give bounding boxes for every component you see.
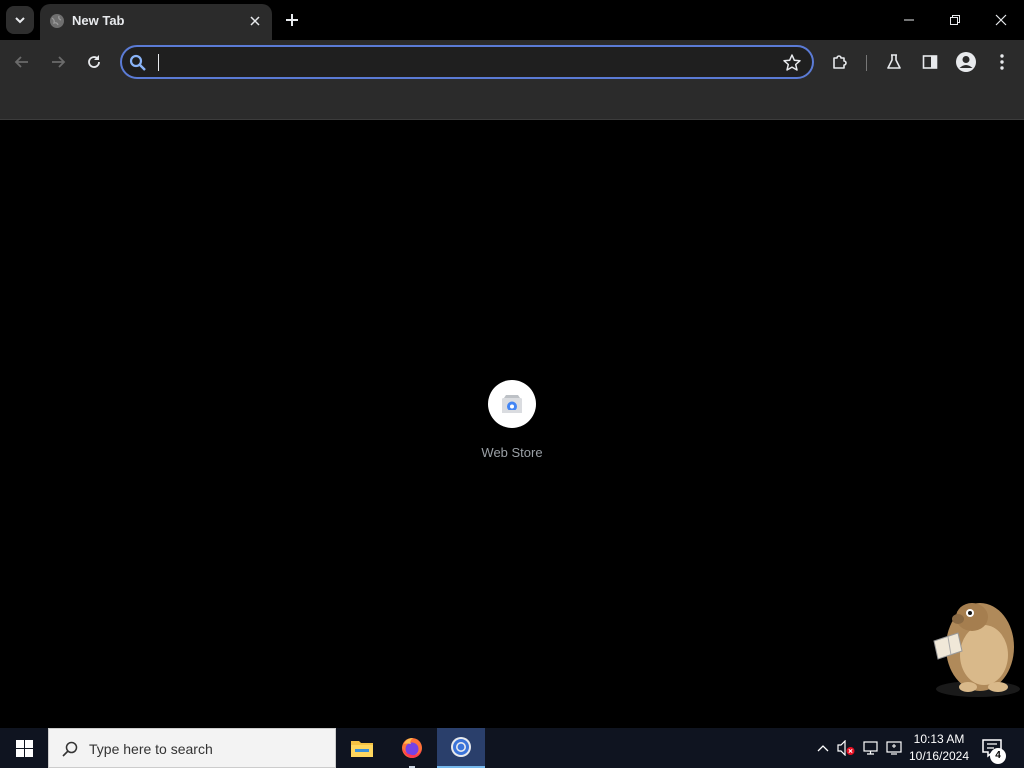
back-button[interactable] — [8, 48, 36, 76]
network-button[interactable] — [861, 738, 881, 758]
clock-date: 10/16/2024 — [908, 749, 970, 763]
taskbar-search-box[interactable]: Type here to search — [48, 728, 336, 768]
profile-button[interactable] — [952, 48, 980, 76]
show-hidden-icons-button[interactable] — [813, 738, 833, 758]
search-placeholder: Type here to search — [89, 741, 213, 757]
chrome-icon — [451, 737, 471, 757]
restore-button[interactable] — [932, 4, 978, 36]
browser-window: New Tab Web Store — [0, 0, 1024, 728]
taskbar-app-firefox[interactable] — [388, 728, 436, 768]
plus-icon — [286, 14, 298, 26]
side-panel-icon — [922, 55, 938, 69]
notification-count-badge: 4 — [990, 748, 1006, 764]
network-icon — [863, 741, 878, 755]
side-panel-button[interactable] — [916, 48, 944, 76]
globe-icon — [50, 14, 64, 28]
shortcut-label: Web Store — [481, 445, 543, 460]
arrow-left-icon — [14, 56, 28, 68]
reload-button[interactable] — [80, 48, 108, 76]
avatar-icon — [956, 52, 976, 72]
file-explorer-icon — [351, 741, 373, 757]
windows-taskbar: Type here to search 10:13 AM 10/16/2024 … — [0, 728, 1024, 768]
browser-toolbar — [0, 40, 1024, 84]
new-tab-page: Web Store — [0, 121, 1024, 728]
text-caret — [158, 54, 159, 71]
shortcut-icon-container — [488, 380, 536, 428]
extensions-button[interactable] — [826, 48, 854, 76]
close-icon — [250, 16, 260, 26]
shortcut-web-store[interactable]: Web Store — [472, 380, 552, 460]
taskbar-app-file-explorer[interactable] — [338, 728, 386, 768]
tab-search-button[interactable] — [6, 6, 34, 34]
chevron-up-icon — [817, 745, 829, 752]
arrow-right-icon — [52, 56, 66, 68]
star-icon[interactable] — [782, 53, 802, 73]
close-icon — [995, 14, 1007, 26]
taskbar-clock[interactable]: 10:13 AM 10/16/2024 — [906, 731, 972, 765]
bookmarks-bar — [0, 84, 1024, 120]
display-icon — [886, 741, 902, 755]
address-bar[interactable] — [120, 45, 814, 79]
minimize-icon — [904, 19, 914, 21]
puzzle-icon — [833, 55, 847, 69]
address-input[interactable] — [156, 51, 756, 75]
restore-icon — [950, 15, 960, 25]
clock-time: 10:13 AM — [913, 732, 965, 746]
tab-close-button[interactable] — [246, 12, 264, 30]
menu-button[interactable] — [988, 48, 1016, 76]
new-tab-button[interactable] — [280, 8, 304, 32]
labs-button[interactable] — [880, 48, 908, 76]
hamster-reading-book-image — [933, 603, 1020, 697]
toolbar-divider — [866, 55, 867, 71]
close-window-button[interactable] — [978, 4, 1024, 36]
volume-muted-button[interactable] — [836, 738, 856, 758]
reload-icon — [88, 55, 100, 68]
flask-icon — [887, 54, 901, 69]
tab-strip: New Tab — [0, 0, 1024, 40]
taskbar-app-chrome[interactable] — [437, 728, 485, 768]
search-icon — [129, 54, 146, 71]
chevron-down-icon — [15, 17, 25, 24]
chrome-web-store-icon — [502, 395, 522, 413]
minimize-button[interactable] — [886, 4, 932, 36]
search-icon — [62, 741, 78, 757]
firefox-icon — [402, 738, 422, 758]
tab-new-tab[interactable]: New Tab — [40, 4, 272, 40]
tab-title: New Tab — [72, 13, 125, 28]
forward-button[interactable] — [44, 48, 72, 76]
start-button[interactable] — [0, 728, 48, 768]
more-vertical-icon — [1000, 54, 1004, 70]
display-settings-button[interactable] — [885, 738, 905, 758]
windows-logo-icon — [15, 739, 33, 757]
speaker-muted-icon — [837, 740, 855, 756]
